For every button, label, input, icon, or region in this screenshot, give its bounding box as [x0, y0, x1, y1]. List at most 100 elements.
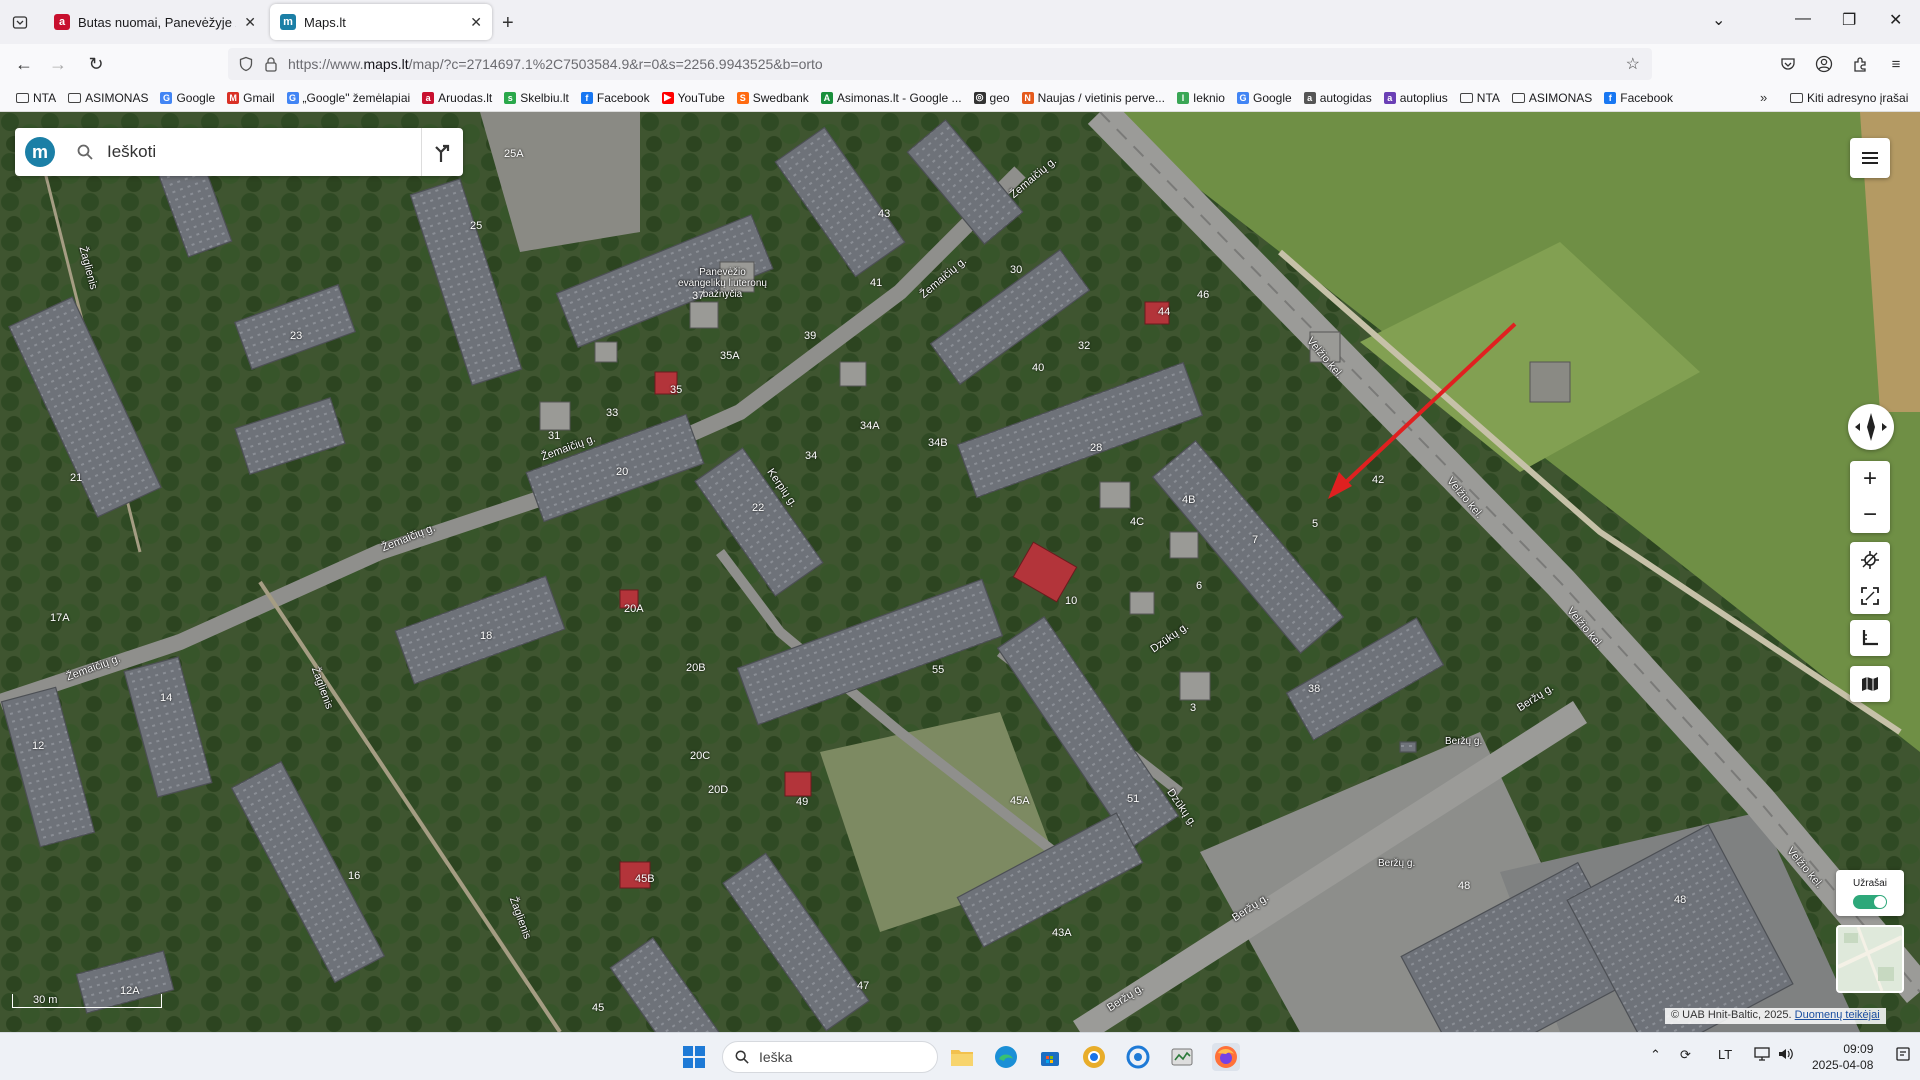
close-tab-icon[interactable]: ✕: [470, 14, 482, 31]
pocket-icon[interactable]: [1778, 54, 1798, 74]
bookmark-star-icon[interactable]: ☆: [1626, 54, 1640, 74]
bookmark-label: YouTube: [677, 90, 725, 105]
building-number: 28: [1090, 442, 1103, 454]
bookmark-item[interactable]: s Skelbiu.lt: [498, 86, 575, 110]
url-text[interactable]: https://www.maps.lt/map/?c=2714697.1%2C7…: [288, 56, 823, 72]
bookmark-item[interactable]: G Google: [154, 86, 221, 110]
tab-list-icon[interactable]: [8, 10, 32, 34]
bookmark-item[interactable]: f Facebook: [575, 86, 656, 110]
back-button[interactable]: ←: [12, 52, 36, 76]
close-window-button[interactable]: ✕: [1889, 10, 1902, 30]
labels-toggle[interactable]: Užrašai: [1836, 870, 1904, 916]
bookmark-item[interactable]: N Naujas / vietinis perve...: [1016, 86, 1171, 110]
building-number: 18: [480, 630, 493, 642]
other-bookmarks[interactable]: Kiti adresyno įrašai: [1790, 84, 1908, 112]
bookmark-item[interactable]: f Facebook: [1598, 86, 1679, 110]
restore-button[interactable]: ❐: [1842, 10, 1856, 30]
measure-icon[interactable]: [1850, 620, 1890, 656]
chevron-up-icon[interactable]: ⌃: [1650, 1047, 1661, 1063]
bookmark-item[interactable]: a Aruodas.lt: [416, 86, 498, 110]
tracking-protection-icon[interactable]: [238, 56, 254, 72]
building-number: 20: [616, 466, 629, 478]
store-icon[interactable]: [1036, 1043, 1064, 1071]
building-number: 37: [692, 290, 705, 302]
compass-icon[interactable]: [1848, 404, 1894, 450]
bookmark-item[interactable]: S Swedbank: [731, 86, 815, 110]
folder-icon: [68, 92, 82, 103]
task-manager-icon[interactable]: [1168, 1043, 1196, 1071]
bookmark-label: ASIMONAS: [1528, 90, 1593, 105]
tab-aruodas[interactable]: a Butas nuomai, Panevėžyje Žemaičių ✕: [44, 4, 266, 40]
bookmark-item[interactable]: G Google: [1231, 86, 1298, 110]
taskbar-search[interactable]: Ieška: [722, 1041, 938, 1073]
map-layers-icon[interactable]: [1850, 666, 1890, 702]
bookmark-item[interactable]: A Asimonas.lt - Google ...: [815, 86, 968, 110]
tab-title: Maps.lt: [304, 14, 346, 30]
volume-icon[interactable]: [1778, 1047, 1794, 1064]
tab-mapslt[interactable]: m Maps.lt ✕: [270, 4, 492, 40]
reload-button[interactable]: ↻: [84, 52, 108, 76]
bookmark-label: Swedbank: [752, 90, 809, 105]
search-icon: [75, 142, 95, 162]
lock-icon[interactable]: [264, 56, 278, 72]
account-icon[interactable]: [1814, 54, 1834, 74]
close-tab-icon[interactable]: ✕: [244, 14, 256, 31]
map-scale: 30 m: [12, 994, 162, 1008]
autogidas-icon: a: [1303, 91, 1316, 104]
system-clock[interactable]: 09:09 2025-04-08: [1812, 1041, 1873, 1073]
hamburger-menu-icon[interactable]: [1850, 138, 1890, 178]
bookmark-item[interactable]: ASIMONAS: [62, 86, 154, 110]
address-bar[interactable]: https://www.maps.lt/map/?c=2714697.1%2C7…: [228, 48, 1652, 80]
new-tab-button[interactable]: +: [502, 12, 514, 35]
mapslt-logo[interactable]: m: [25, 137, 55, 167]
fullscreen-icon[interactable]: [1850, 578, 1890, 614]
bookmark-label: NTA: [33, 90, 57, 105]
building-number: 41: [870, 277, 883, 289]
bookmark-item[interactable]: M Gmail: [221, 86, 280, 110]
chrome-icon[interactable]: [1080, 1043, 1108, 1071]
bookmark-item[interactable]: ▶ YouTube: [656, 86, 731, 110]
language-indicator[interactable]: LT: [1718, 1047, 1732, 1062]
building-number: 4C: [1130, 516, 1145, 528]
map-search-input[interactable]: [107, 142, 407, 162]
locate-icon[interactable]: [1850, 542, 1890, 578]
sync-icon[interactable]: ⟳: [1680, 1047, 1691, 1063]
building-number: 20D: [708, 784, 729, 796]
bookmark-item[interactable]: ASIMONAS: [1506, 86, 1598, 110]
zoom-in-button[interactable]: +: [1850, 461, 1890, 497]
facebook-icon: f: [1604, 91, 1617, 104]
bookmark-item[interactable]: NTA: [1454, 86, 1506, 110]
building-number: 55: [932, 664, 945, 676]
app-icon[interactable]: [1124, 1043, 1152, 1071]
list-all-tabs-icon[interactable]: ⌄: [1712, 10, 1725, 30]
file-explorer-icon[interactable]: [948, 1043, 976, 1071]
forward-button[interactable]: →: [46, 52, 70, 76]
building-number: 44: [1158, 306, 1171, 318]
menu-icon[interactable]: ≡: [1886, 54, 1906, 74]
notifications-icon[interactable]: [1896, 1047, 1910, 1066]
extensions-icon[interactable]: [1850, 54, 1870, 74]
bookmark-item[interactable]: a autogidas: [1298, 86, 1378, 110]
aruodas-icon: a: [54, 14, 70, 30]
edge-browser-icon[interactable]: [992, 1043, 1020, 1071]
minimize-button[interactable]: —: [1795, 10, 1811, 28]
route-icon[interactable]: [421, 128, 463, 176]
bookmark-item[interactable]: ◎ geo: [968, 86, 1016, 110]
windows-start-icon[interactable]: [680, 1043, 708, 1071]
bookmarks-overflow-icon[interactable]: »: [1760, 90, 1767, 105]
bookmark-item[interactable]: NTA: [10, 86, 62, 110]
data-providers-link[interactable]: Duomenų teikėjai: [1795, 1009, 1880, 1021]
toggle-switch[interactable]: [1853, 894, 1887, 909]
satellite-map[interactable]: Žemaičių g. Žemaičių g. Žemaičių g. Žema…: [0, 112, 1920, 1032]
network-icon[interactable]: [1754, 1047, 1770, 1064]
building-number: 25A: [504, 148, 524, 160]
basemap-switcher-thumbnail[interactable]: [1836, 925, 1904, 993]
bookmark-item[interactable]: l Ieknio: [1171, 86, 1231, 110]
zoom-out-button[interactable]: −: [1850, 497, 1890, 533]
leaf-icon: l: [1176, 91, 1189, 104]
bookmark-item[interactable]: G „Google" žemėlapiai: [281, 86, 417, 110]
bookmark-item[interactable]: a autoplius: [1378, 86, 1454, 110]
building-number: 6: [1196, 580, 1203, 592]
building-number: 3: [1190, 702, 1197, 714]
firefox-icon[interactable]: [1212, 1043, 1240, 1071]
